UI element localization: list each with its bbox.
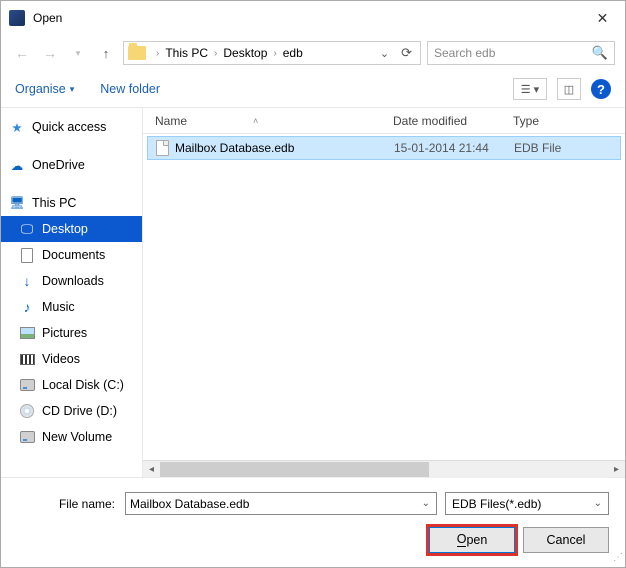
file-date: 15-01-2014 21:44 <box>394 141 514 155</box>
bottom-panel: File name: Mailbox Database.edb ⌄ EDB Fi… <box>1 477 625 567</box>
breadcrumb-root[interactable]: This PC <box>163 46 210 60</box>
titlebar: Open ✕ <box>1 1 625 35</box>
horizontal-scrollbar[interactable]: ◂ ▸ <box>143 460 625 477</box>
sidebar-item-desktop[interactable]: 🖵 Desktop <box>1 216 142 242</box>
document-icon <box>19 247 35 263</box>
toolbar: Organise ▾ New folder ☰ ▾ ◫ ? <box>1 71 625 107</box>
cd-icon <box>19 403 35 419</box>
sidebar-item-pictures[interactable]: Pictures <box>1 320 142 346</box>
window-title: Open <box>33 11 580 25</box>
recent-dropdown[interactable]: ▾ <box>67 42 89 64</box>
file-type: EDB File <box>514 141 620 155</box>
sidebar-item-localdisk[interactable]: Local Disk (C:) <box>1 372 142 398</box>
address-dropdown-icon[interactable]: ⌄ <box>380 47 389 60</box>
disk-icon <box>19 377 35 393</box>
sidebar-item-cddrive[interactable]: CD Drive (D:) <box>1 398 142 424</box>
search-icon: 🔍 <box>592 45 608 61</box>
sidebar-item-newvolume[interactable]: New Volume <box>1 424 142 450</box>
chevron-down-icon[interactable]: ⌄ <box>594 498 602 509</box>
filename-input[interactable]: Mailbox Database.edb ⌄ <box>125 492 437 515</box>
view-options-button[interactable]: ☰ ▾ <box>513 78 547 100</box>
column-type[interactable]: Type <box>513 114 625 128</box>
chevron-down-icon[interactable]: ⌄ <box>422 498 430 509</box>
star-icon: ★ <box>9 119 25 135</box>
scroll-right-icon[interactable]: ▸ <box>608 461 625 478</box>
sidebar-item-thispc[interactable]: 🖥 This PC <box>1 190 142 216</box>
forward-button[interactable]: → <box>39 42 61 64</box>
filename-label: File name: <box>17 497 117 511</box>
column-date[interactable]: Date modified <box>393 114 513 128</box>
sidebar-item-downloads[interactable]: ↓ Downloads <box>1 268 142 294</box>
preview-pane-button[interactable]: ◫ <box>557 78 581 100</box>
cancel-button[interactable]: Cancel <box>523 527 609 553</box>
open-button[interactable]: Open <box>429 527 515 553</box>
file-row-selected[interactable]: Mailbox Database.edb 15-01-2014 21:44 ED… <box>147 136 621 160</box>
new-folder-button[interactable]: New folder <box>100 82 160 96</box>
sidebar-item-quickaccess[interactable]: ★ Quick access <box>1 114 142 140</box>
file-name: Mailbox Database.edb <box>175 141 294 155</box>
sidebar-item-music[interactable]: ♪ Music <box>1 294 142 320</box>
pc-icon: 🖥 <box>9 195 25 211</box>
scroll-left-icon[interactable]: ◂ <box>143 461 160 478</box>
download-icon: ↓ <box>19 273 35 289</box>
column-name[interactable]: Name ˄ <box>143 114 393 128</box>
filetype-filter[interactable]: EDB Files(*.edb) ⌄ <box>445 492 609 515</box>
main-area: ★ Quick access ☁ OneDrive 🖥 This PC 🖵 De… <box>1 107 625 477</box>
resize-grip-icon[interactable]: ⋰ <box>613 552 621 563</box>
close-button[interactable]: ✕ <box>580 3 625 33</box>
open-dialog: Open ✕ ← → ▾ ↑ › This PC › Desktop › edb… <box>0 0 626 568</box>
sidebar-item-onedrive[interactable]: ☁ OneDrive <box>1 152 142 178</box>
help-button[interactable]: ? <box>591 79 611 99</box>
back-button[interactable]: ← <box>11 42 33 64</box>
column-headers: Name ˄ Date modified Type <box>143 108 625 134</box>
pictures-icon <box>19 325 35 341</box>
sidebar-item-documents[interactable]: Documents <box>1 242 142 268</box>
organise-menu[interactable]: Organise ▾ <box>15 82 74 96</box>
up-button[interactable]: ↑ <box>95 42 117 64</box>
chevron-right-icon: › <box>152 48 163 59</box>
sidebar: ★ Quick access ☁ OneDrive 🖥 This PC 🖵 De… <box>1 108 143 477</box>
address-bar[interactable]: › This PC › Desktop › edb ⌄ ⟳ <box>123 41 421 65</box>
nav-row: ← → ▾ ↑ › This PC › Desktop › edb ⌄ ⟳ Se… <box>1 35 625 71</box>
cloud-icon: ☁ <box>9 157 25 173</box>
scroll-thumb[interactable] <box>160 462 429 477</box>
search-placeholder: Search edb <box>434 46 495 60</box>
file-list-empty-area[interactable] <box>143 160 625 460</box>
app-icon <box>9 10 25 26</box>
file-icon <box>156 140 169 156</box>
music-icon: ♪ <box>19 299 35 315</box>
disk-icon <box>19 429 35 445</box>
sidebar-item-videos[interactable]: Videos <box>1 346 142 372</box>
desktop-icon: 🖵 <box>19 221 35 237</box>
breadcrumb-edb[interactable]: edb <box>281 46 305 60</box>
folder-icon <box>128 46 146 60</box>
chevron-right-icon: › <box>210 48 221 59</box>
videos-icon <box>19 351 35 367</box>
chevron-right-icon: › <box>269 48 280 59</box>
file-pane: Name ˄ Date modified Type Mailbox Databa… <box>143 108 625 477</box>
sort-indicator-icon: ˄ <box>253 116 258 126</box>
breadcrumb-desktop[interactable]: Desktop <box>221 46 269 60</box>
chevron-down-icon: ▾ <box>70 84 75 95</box>
refresh-icon[interactable]: ⟳ <box>397 45 416 61</box>
search-input[interactable]: Search edb 🔍 <box>427 41 615 65</box>
